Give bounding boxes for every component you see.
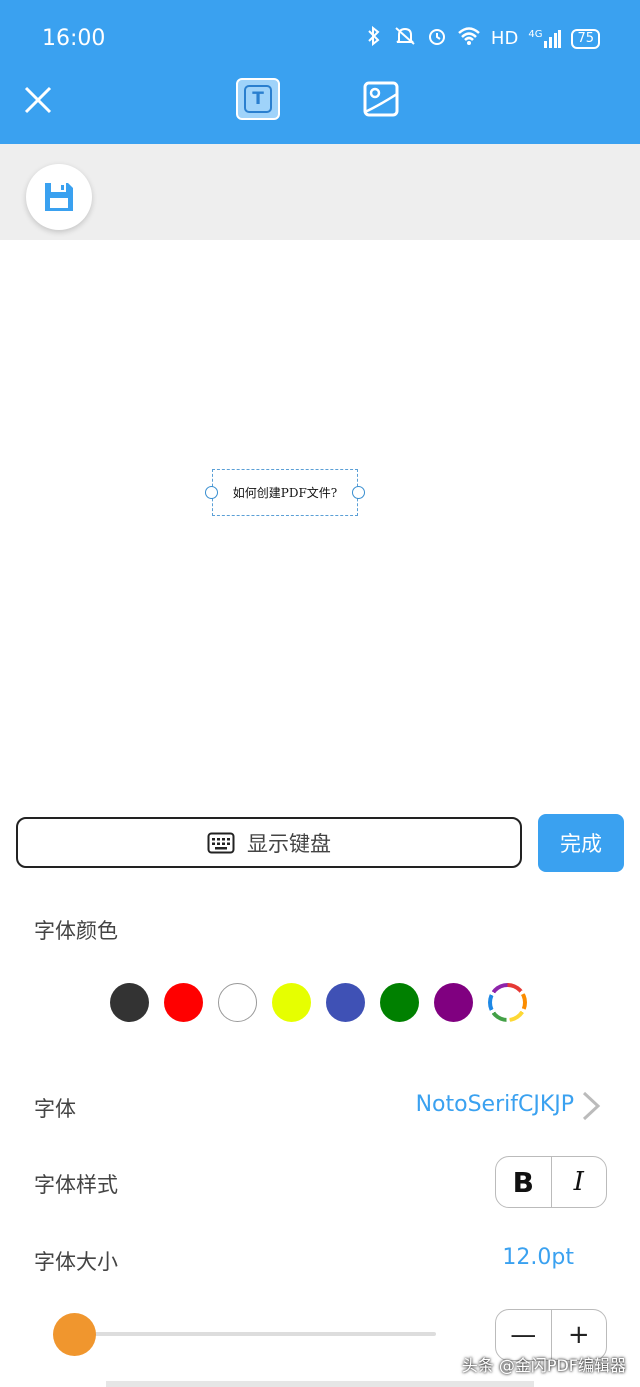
signal-icon: 4G xyxy=(528,28,562,49)
battery-indicator: 75 xyxy=(571,28,600,49)
font-style-toggle: B I xyxy=(495,1156,607,1208)
font-value[interactable]: NotoSerifCJKJP xyxy=(416,1092,574,1117)
image-tool-button[interactable] xyxy=(362,80,400,118)
wifi-icon xyxy=(457,26,481,51)
close-button[interactable] xyxy=(22,84,54,116)
font-size-value: 12.0pt xyxy=(502,1245,574,1270)
color-picker-center xyxy=(492,987,523,1018)
done-button[interactable]: 完成 xyxy=(538,814,624,872)
editor-toolbar: T xyxy=(0,78,640,144)
color-swatch-yellow[interactable] xyxy=(272,983,311,1022)
keyboard-icon xyxy=(207,832,235,853)
font-size-slider-track[interactable] xyxy=(76,1332,436,1336)
status-time: 16:00 xyxy=(42,26,106,51)
image-tool-icon xyxy=(363,81,399,117)
bottom-edge xyxy=(106,1381,534,1387)
watermark-text: 头条 @金闪PDF编辑器 xyxy=(461,1356,626,1375)
color-swatch-blue[interactable] xyxy=(326,983,365,1022)
save-icon xyxy=(45,183,73,211)
close-icon xyxy=(24,86,52,114)
text-annotation-box[interactable]: 如何创建PDF文件? xyxy=(205,469,365,516)
color-picker-icon[interactable] xyxy=(488,983,527,1022)
network-label: HD xyxy=(490,28,519,49)
annotation-text: 如何创建PDF文件? xyxy=(232,486,338,500)
font-size-slider-thumb[interactable] xyxy=(53,1313,96,1356)
bold-button[interactable]: B xyxy=(496,1157,552,1207)
color-swatch-white[interactable] xyxy=(218,983,257,1022)
mute-icon xyxy=(393,26,417,51)
color-palette xyxy=(110,983,527,1022)
show-keyboard-label: 显示键盘 xyxy=(247,831,331,856)
show-keyboard-button[interactable]: 显示键盘 xyxy=(16,817,522,868)
color-swatch-dark-gray[interactable] xyxy=(110,983,149,1022)
font-label: 字体 xyxy=(34,1097,76,1121)
italic-button[interactable]: I xyxy=(552,1157,607,1207)
font-style-label: 字体样式 xyxy=(34,1173,118,1197)
pdf-canvas[interactable]: 如何创建PDF文件? xyxy=(0,240,640,800)
color-swatch-red[interactable] xyxy=(164,983,203,1022)
action-band xyxy=(0,144,640,240)
color-swatch-purple[interactable] xyxy=(434,983,473,1022)
resize-handle-left[interactable] xyxy=(205,486,218,499)
text-tool-button[interactable]: T xyxy=(236,78,280,120)
status-bar: 16:00 HD 4G 75 xyxy=(0,0,640,78)
alarm-icon xyxy=(427,26,447,51)
color-swatch-green[interactable] xyxy=(380,983,419,1022)
font-color-label: 字体颜色 xyxy=(34,919,118,943)
text-tool-glyph: T xyxy=(252,89,264,109)
signal-label: 4G xyxy=(528,28,543,40)
status-icons: HD 4G 75 xyxy=(365,25,600,51)
chevron-right-icon[interactable] xyxy=(580,1090,602,1122)
resize-handle-right[interactable] xyxy=(352,486,365,499)
save-button[interactable] xyxy=(26,164,92,230)
font-size-label: 字体大小 xyxy=(34,1250,118,1274)
bluetooth-icon xyxy=(365,25,383,51)
text-tool-icon: T xyxy=(244,85,272,113)
